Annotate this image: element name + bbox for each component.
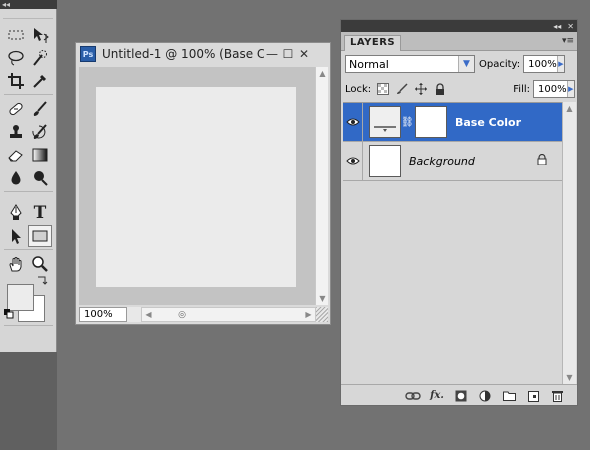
healing-brush-tool-icon[interactable] bbox=[4, 98, 28, 120]
lock-position-icon[interactable] bbox=[414, 82, 428, 96]
hand-tool-icon[interactable] bbox=[4, 253, 28, 275]
crop-tool-icon[interactable] bbox=[4, 70, 28, 92]
rectangle-tool-icon[interactable] bbox=[28, 225, 52, 247]
default-colors-icon[interactable] bbox=[4, 309, 14, 319]
gradient-tool-icon[interactable] bbox=[28, 144, 52, 166]
tools-divider bbox=[4, 249, 53, 250]
type-tool-icon[interactable]: T bbox=[28, 202, 52, 224]
lasso-tool-icon[interactable] bbox=[4, 47, 28, 69]
eyedropper-tool-icon[interactable] bbox=[28, 70, 52, 92]
pen-tool-icon[interactable] bbox=[4, 202, 28, 224]
opacity-label: Opacity: bbox=[479, 58, 521, 70]
layers-bottom-bar: fx. bbox=[341, 384, 577, 406]
pasteboard[interactable] bbox=[79, 67, 315, 305]
lock-image-pixels-icon[interactable] bbox=[395, 82, 409, 96]
close-button[interactable]: ✕ bbox=[296, 46, 312, 62]
brush-tool-icon[interactable] bbox=[28, 98, 52, 120]
link-layers-icon[interactable] bbox=[405, 388, 421, 404]
fill-value: 100% bbox=[538, 83, 567, 95]
dodge-tool-icon[interactable] bbox=[28, 167, 52, 189]
tools-panel-grip[interactable] bbox=[3, 9, 53, 19]
zoom-level-field[interactable]: 100% bbox=[79, 307, 127, 322]
layer-row-base-color[interactable]: ⛓ Base Color bbox=[343, 102, 562, 142]
scroll-right-arrow-icon[interactable]: ▶ bbox=[302, 308, 315, 321]
lock-label: Lock: bbox=[345, 83, 372, 95]
new-group-folder-icon[interactable] bbox=[501, 388, 517, 404]
layer-locked-icon bbox=[537, 153, 547, 168]
resize-grip-icon[interactable] bbox=[316, 307, 328, 322]
delete-layer-trash-icon[interactable] bbox=[549, 388, 565, 404]
layer-visibility-eye-icon[interactable] bbox=[343, 102, 363, 142]
fill-field[interactable]: 100% ▶ bbox=[533, 80, 575, 98]
layers-panel: ◂◂ ✕ LAYERS ▾≡ Normal ▼ Opacity: 100% ▶ … bbox=[340, 19, 578, 406]
blend-opacity-row: Normal ▼ Opacity: 100% ▶ bbox=[345, 54, 575, 74]
minimize-button[interactable]: — bbox=[264, 46, 280, 62]
status-info-icon[interactable]: ◎ bbox=[175, 307, 189, 322]
maximize-button[interactable]: ☐ bbox=[280, 46, 296, 62]
tools-panel-collapse-icon[interactable]: ◂◂ bbox=[0, 0, 57, 9]
opacity-field[interactable]: 100% ▶ bbox=[523, 55, 566, 73]
chevron-down-icon: ▼ bbox=[458, 56, 474, 72]
opacity-value: 100% bbox=[528, 58, 557, 70]
blend-mode-value: Normal bbox=[349, 57, 389, 71]
eraser-tool-icon[interactable] bbox=[4, 144, 28, 166]
collapse-panel-icon[interactable]: ◂◂ bbox=[553, 22, 561, 31]
panel-topstrip: ◂◂ ✕ bbox=[341, 20, 577, 32]
lock-transparent-pixels-icon[interactable] bbox=[376, 82, 390, 96]
tools-divider bbox=[4, 191, 53, 192]
tools-panel-body: T bbox=[0, 9, 57, 352]
close-panel-icon[interactable]: ✕ bbox=[567, 22, 574, 31]
layer-visibility-eye-icon[interactable] bbox=[343, 141, 363, 181]
scroll-down-arrow-icon[interactable]: ▼ bbox=[563, 371, 576, 384]
layers-scrollbar[interactable]: ▲ ▼ bbox=[562, 102, 576, 384]
horizontal-scrollbar[interactable]: ◀ ▶ bbox=[141, 307, 316, 322]
panel-tab-row: LAYERS ▾≡ bbox=[341, 32, 577, 51]
layer-name: Base Color bbox=[455, 115, 522, 129]
type-tool-glyph: T bbox=[33, 203, 47, 223]
foreground-color-swatch[interactable] bbox=[7, 284, 34, 311]
tools-panel: ◂◂ T bbox=[0, 0, 57, 450]
swap-colors-icon[interactable] bbox=[36, 274, 48, 286]
status-bar: 100% ◎ ◀ ▶ bbox=[79, 307, 328, 322]
document-canvas[interactable] bbox=[96, 87, 296, 287]
move-tool-icon[interactable] bbox=[28, 24, 52, 46]
tools-divider bbox=[4, 325, 53, 326]
clone-stamp-tool-icon[interactable] bbox=[4, 121, 28, 143]
opacity-slider-arrow-icon[interactable]: ▶ bbox=[556, 56, 565, 72]
layer-thumbnail bbox=[369, 145, 401, 177]
scroll-left-arrow-icon[interactable]: ◀ bbox=[142, 308, 155, 321]
tools-divider bbox=[4, 94, 53, 95]
scroll-up-arrow-icon[interactable]: ▲ bbox=[563, 102, 576, 115]
blend-mode-select[interactable]: Normal ▼ bbox=[345, 55, 475, 73]
layer-row-background[interactable]: Background bbox=[343, 141, 562, 181]
layer-thumbnail bbox=[369, 106, 401, 138]
blur-tool-icon[interactable] bbox=[4, 167, 28, 189]
layer-name: Background bbox=[409, 154, 475, 168]
tab-layers[interactable]: LAYERS bbox=[344, 35, 402, 51]
layer-mask-thumbnail[interactable] bbox=[415, 106, 447, 138]
path-selection-tool-icon[interactable] bbox=[4, 225, 28, 247]
vertical-scrollbar[interactable]: ▲ ▼ bbox=[315, 67, 328, 305]
lock-all-icon[interactable] bbox=[433, 82, 447, 96]
document-window: Ps Untitled-1 @ 100% (Base C... — ☐ ✕ ▲ … bbox=[75, 42, 331, 325]
quick-selection-tool-icon[interactable] bbox=[28, 47, 52, 69]
new-layer-icon[interactable] bbox=[525, 388, 541, 404]
marquee-tool-icon[interactable] bbox=[4, 24, 28, 46]
adjustment-layer-icon[interactable] bbox=[477, 388, 493, 404]
history-brush-tool-icon[interactable] bbox=[28, 121, 52, 143]
layers-list: ⛓ Base Color Background bbox=[343, 102, 562, 384]
scroll-up-arrow-icon[interactable]: ▲ bbox=[316, 67, 329, 80]
fill-slider-arrow-icon[interactable]: ▶ bbox=[566, 81, 574, 97]
document-titlebar[interactable]: Ps Untitled-1 @ 100% (Base C... — ☐ ✕ bbox=[76, 43, 330, 65]
add-layer-mask-icon[interactable] bbox=[453, 388, 469, 404]
layer-mask-link-icon[interactable]: ⛓ bbox=[401, 117, 414, 128]
scroll-down-arrow-icon[interactable]: ▼ bbox=[316, 292, 329, 305]
panel-menu-icon[interactable]: ▾≡ bbox=[562, 36, 574, 46]
lock-fill-row: Lock: Fill: 100% ▶ bbox=[345, 79, 575, 99]
fill-label: Fill: bbox=[513, 83, 530, 95]
zoom-tool-icon[interactable] bbox=[28, 253, 52, 275]
layer-style-fx-icon[interactable]: fx. bbox=[429, 388, 445, 404]
photoshop-icon: Ps bbox=[80, 46, 96, 62]
document-title: Untitled-1 @ 100% (Base C... bbox=[102, 47, 264, 61]
